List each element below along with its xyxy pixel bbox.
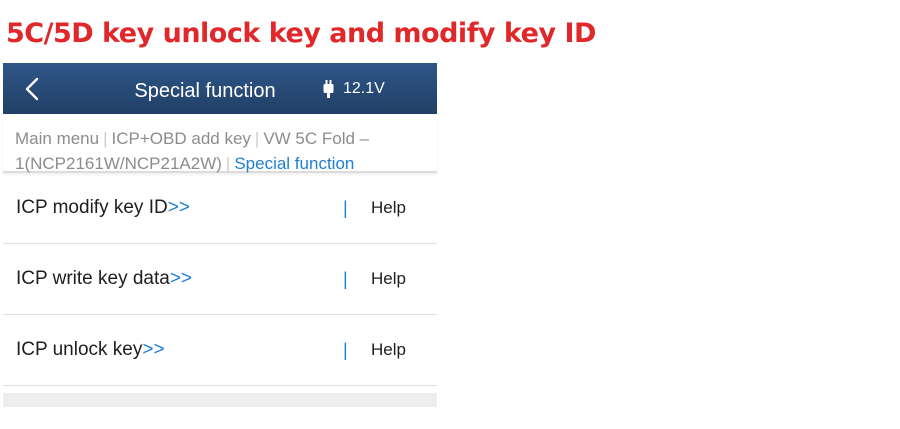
help-separator: | [343,197,348,218]
help-button-icp-write-key-data[interactable]: Help [371,269,406,289]
double-chevron-right-icon: >> [169,268,193,289]
breadcrumb-separator: | [254,129,260,148]
double-chevron-right-icon: >> [142,339,165,360]
breadcrumb: Main menu | ICP+OBD add key | VW 5C Fold –1(… [3,114,437,173]
menu-item-label: ICP write key data>> [16,268,193,289]
breadcrumb-special-function[interactable]: Special function [234,154,354,173]
help-separator: | [343,339,348,360]
menu-item-icp-unlock-key[interactable]: ICP unlock key>> | Help [3,315,437,386]
app-screen: Special function 12.1V Main menu | ICP+OBD… [3,63,437,407]
help-separator: | [343,268,348,289]
menu-item-label: ICP unlock key>> [16,339,165,360]
breadcrumb-icp-obd-add-key[interactable]: ICP+OBD add key [112,129,251,148]
battery-plug-icon [323,80,334,98]
breadcrumb-separator: | [103,129,108,148]
help-button-icp-modify-key-id[interactable]: Help [371,198,406,218]
top-bar: Special function 12.1V [3,63,437,114]
voltage-indicator: 12.1V [323,80,385,98]
menu-item-label: ICP modify key ID>> [16,197,190,218]
menu-item-icp-write-key-data[interactable]: ICP write key data>> | Help [3,244,437,315]
double-chevron-right-icon: >> [167,197,190,218]
breadcrumb-separator: | [225,154,231,173]
page-heading: 5C/5D key unlock key and modify key ID [6,18,596,49]
voltage-value: 12.1V [343,80,385,97]
help-button-icp-unlock-key[interactable]: Help [371,340,406,360]
breadcrumb-main-menu[interactable]: Main menu [15,129,99,148]
menu-item-icp-modify-key-id[interactable]: ICP modify key ID>> | Help [3,173,437,244]
bottom-bar [3,393,437,407]
